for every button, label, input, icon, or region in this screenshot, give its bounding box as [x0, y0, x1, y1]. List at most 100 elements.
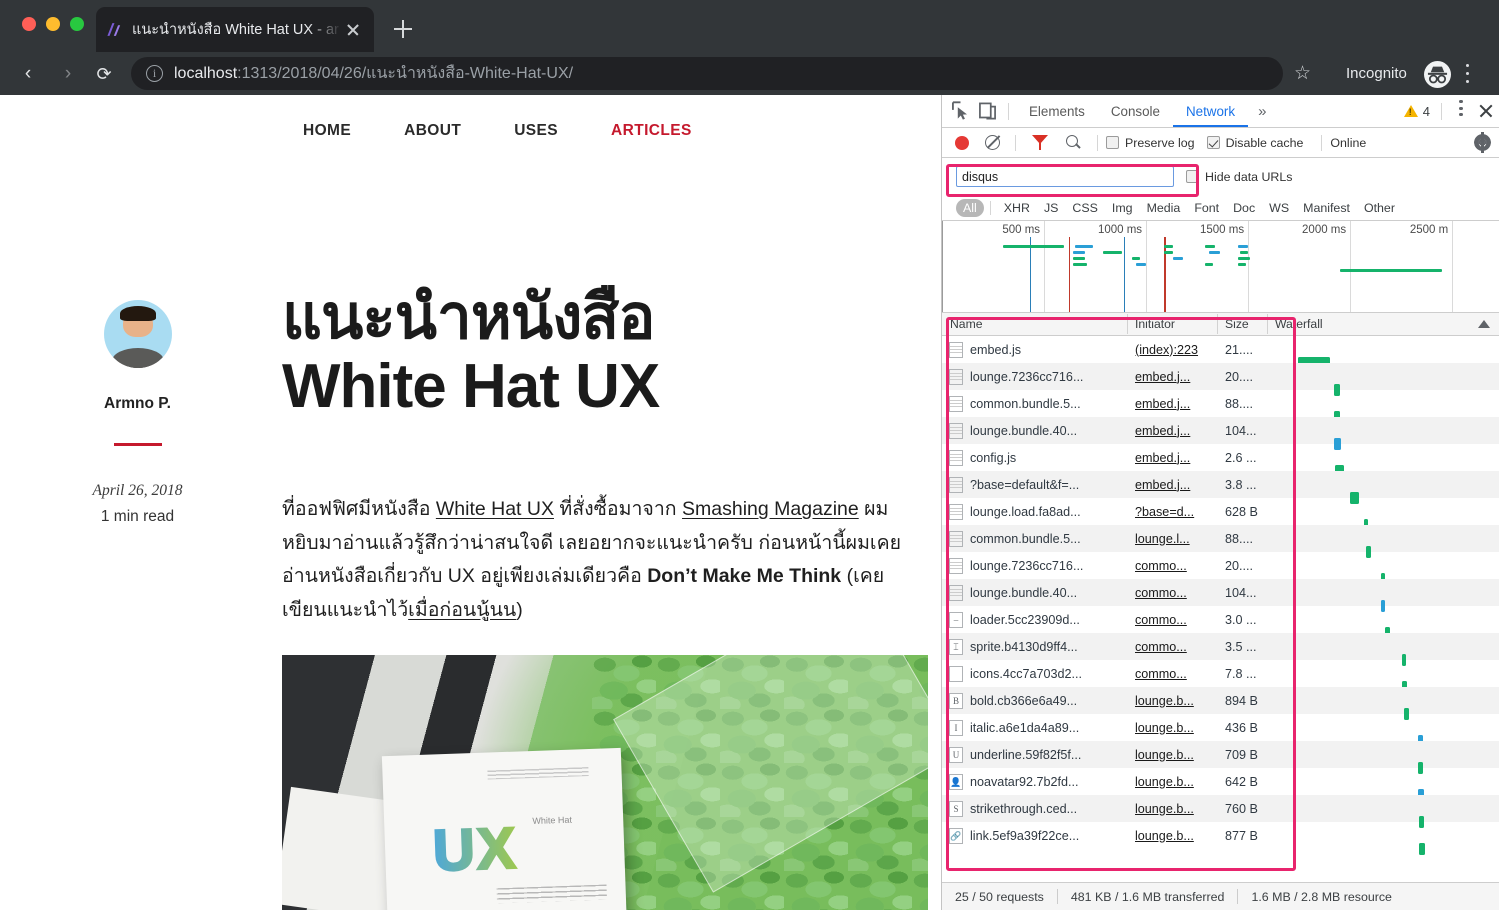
filter-button[interactable]	[1032, 135, 1048, 150]
toggle-device-toolbar-icon[interactable]	[974, 98, 1001, 124]
disable-cache-checkbox[interactable]	[1206, 136, 1220, 149]
nav-item-articles[interactable]: ARTICLES	[611, 122, 692, 140]
table-row[interactable]: – loader.5cc23909d... commo... 3.0 ...	[942, 606, 1499, 639]
new-tab-button[interactable]	[388, 14, 418, 44]
sort-ascending-icon[interactable]	[1478, 320, 1490, 328]
throttling-select[interactable]: Online	[1330, 136, 1366, 150]
type-filter-media[interactable]: Media	[1140, 199, 1188, 217]
type-filter-other[interactable]: Other	[1357, 199, 1402, 217]
table-row[interactable]: 🔗 link.5ef9a39f22ce... lounge.b... 877 B	[942, 822, 1499, 855]
table-row[interactable]: B bold.cb366e6a49... lounge.b... 894 B	[942, 687, 1499, 720]
table-row[interactable]: embed.js (index):223 21....	[942, 336, 1499, 369]
browser-menu-icon[interactable]	[1466, 64, 1470, 84]
type-filter-manifest[interactable]: Manifest	[1296, 199, 1357, 217]
initiator-link[interactable]: lounge.b...	[1135, 694, 1194, 708]
type-filter-all[interactable]: All	[956, 198, 984, 217]
table-row[interactable]: lounge.7236cc716... embed.j... 20....	[942, 363, 1499, 396]
table-row[interactable]: common.bundle.5... lounge.l... 88....	[942, 525, 1499, 558]
close-window-button[interactable]	[22, 17, 36, 31]
type-filter-doc[interactable]: Doc	[1226, 199, 1262, 217]
close-tab-icon[interactable]	[342, 19, 364, 41]
nav-item-about[interactable]: ABOUT	[404, 122, 461, 140]
type-filter-js[interactable]: JS	[1037, 199, 1065, 217]
window-controls[interactable]	[22, 17, 84, 31]
record-button[interactable]	[955, 135, 969, 150]
clear-button[interactable]	[985, 135, 1000, 150]
hide-data-urls-checkbox[interactable]	[1186, 170, 1199, 183]
column-header-initiator[interactable]: Initiator	[1127, 314, 1217, 334]
preserve-log-toggle[interactable]: Preserve log	[1106, 136, 1205, 150]
table-row[interactable]: U underline.59f82f5f... lounge.b... 709 …	[942, 741, 1499, 774]
tab-network[interactable]: Network	[1173, 95, 1248, 127]
warnings-indicator[interactable]: 4	[1403, 104, 1434, 119]
table-row[interactable]: S strikethrough.ced... lounge.b... 760 B	[942, 795, 1499, 828]
table-row[interactable]: icons.4cc7a703d2... commo... 7.8 ...	[942, 660, 1499, 693]
initiator-link[interactable]: lounge.b...	[1135, 775, 1194, 789]
table-row[interactable]: ?base=default&f=... embed.j... 3.8 ...	[942, 471, 1499, 504]
incognito-icon[interactable]	[1424, 61, 1451, 88]
initiator-link[interactable]: embed.j...	[1135, 397, 1190, 411]
column-header-waterfall[interactable]: Waterfall	[1267, 314, 1499, 334]
nav-item-uses[interactable]: USES	[514, 122, 558, 140]
minimize-window-button[interactable]	[46, 17, 60, 31]
settings-gear-icon[interactable]	[1474, 132, 1491, 153]
tab-elements[interactable]: Elements	[1016, 95, 1098, 127]
initiator-link[interactable]: embed.j...	[1135, 478, 1190, 492]
type-filter-xhr[interactable]: XHR	[997, 199, 1037, 217]
table-row[interactable]: common.bundle.5... embed.j... 88....	[942, 390, 1499, 423]
reload-button[interactable]: ⟳	[90, 60, 118, 88]
initiator-link[interactable]: lounge.b...	[1135, 829, 1194, 843]
tab-console[interactable]: Console	[1098, 95, 1173, 127]
link-white-hat-ux[interactable]: White Hat UX	[436, 498, 554, 520]
search-input[interactable]	[956, 166, 1174, 187]
initiator-link[interactable]: ?base=d...	[1135, 505, 1194, 519]
more-tabs-icon[interactable]: »	[1248, 103, 1276, 120]
maximize-window-button[interactable]	[70, 17, 84, 31]
forward-button[interactable]: ›	[54, 60, 82, 88]
table-row[interactable]: lounge.load.fa8ad... ?base=d... 628 B	[942, 498, 1499, 531]
network-overview-timeline[interactable]: 500 ms 1000 ms 1500 ms 2000 ms 2500 m	[942, 221, 1499, 313]
search-button[interactable]	[1066, 135, 1081, 150]
browser-tab[interactable]: แนะนำหนังสือ White Hat UX - ar	[96, 7, 374, 52]
table-row[interactable]: I italic.a6e1da4a89... lounge.b... 436 B	[942, 714, 1499, 747]
link-smashing-magazine[interactable]: Smashing Magazine	[682, 498, 859, 520]
nav-item-home[interactable]: HOME	[303, 122, 351, 140]
initiator-link[interactable]: commo...	[1135, 559, 1187, 573]
table-row[interactable]: lounge.bundle.40... commo... 104...	[942, 579, 1499, 612]
preserve-log-checkbox[interactable]	[1106, 136, 1119, 149]
devtools-kebab-icon[interactable]	[1452, 100, 1470, 122]
hide-data-urls-toggle[interactable]: Hide data URLs	[1186, 170, 1302, 184]
initiator-link[interactable]: embed.j...	[1135, 424, 1190, 438]
disable-cache-toggle[interactable]: Disable cache	[1206, 136, 1314, 150]
table-row[interactable]: lounge.7236cc716... commo... 20....	[942, 552, 1499, 585]
table-row[interactable]: ⌶ sprite.b4130d9ff4... commo... 3.5 ...	[942, 633, 1499, 666]
initiator-link[interactable]: lounge.b...	[1135, 721, 1194, 735]
profile-label[interactable]: Incognito	[1346, 65, 1407, 82]
address-bar[interactable]: i localhost:1313/2018/04/26/แนะนำหนังสือ…	[131, 57, 1283, 90]
type-filter-ws[interactable]: WS	[1262, 199, 1296, 217]
link-previous-post[interactable]: เมื่อก่อนนู้นน	[408, 599, 516, 621]
initiator-link[interactable]: lounge.l...	[1135, 532, 1190, 546]
initiator-link[interactable]: commo...	[1135, 613, 1187, 627]
column-header-name[interactable]: Name	[942, 317, 1127, 331]
back-button[interactable]: ‹	[14, 60, 42, 88]
page-info-icon[interactable]: i	[146, 65, 163, 82]
initiator-link[interactable]: embed.j...	[1135, 370, 1190, 384]
type-filter-img[interactable]: Img	[1105, 199, 1140, 217]
initiator-link[interactable]: commo...	[1135, 667, 1187, 681]
initiator-link[interactable]: lounge.b...	[1135, 802, 1194, 816]
type-filter-font[interactable]: Font	[1187, 199, 1226, 217]
column-header-size[interactable]: Size	[1217, 314, 1267, 334]
table-row[interactable]: lounge.bundle.40... embed.j... 104...	[942, 417, 1499, 450]
devtools-close-icon[interactable]	[1473, 98, 1499, 124]
initiator-link[interactable]: commo...	[1135, 640, 1187, 654]
type-filter-css[interactable]: CSS	[1065, 199, 1104, 217]
initiator-link[interactable]: (index):223	[1135, 343, 1198, 357]
initiator-link[interactable]: embed.j...	[1135, 451, 1190, 465]
bookmark-star-icon[interactable]: ☆	[1294, 63, 1311, 84]
table-row[interactable]: 👤 noavatar92.7b2fd... lounge.b... 642 B	[942, 768, 1499, 801]
table-row[interactable]: config.js embed.j... 2.6 ...	[942, 444, 1499, 477]
initiator-link[interactable]: commo...	[1135, 586, 1187, 600]
initiator-link[interactable]: lounge.b...	[1135, 748, 1194, 762]
inspect-element-icon[interactable]	[947, 98, 974, 124]
